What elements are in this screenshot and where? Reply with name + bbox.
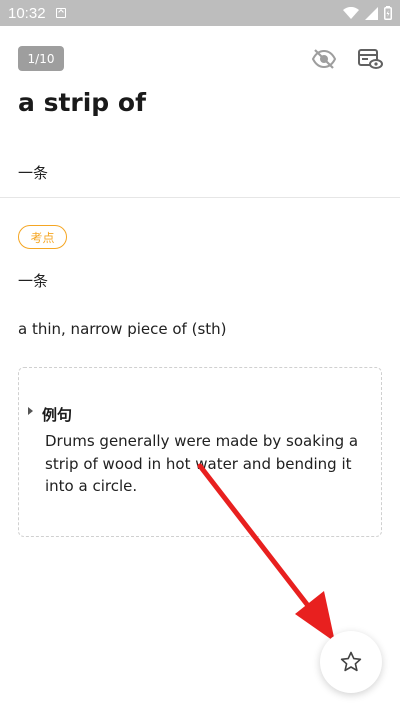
favorite-button[interactable] (320, 631, 382, 693)
star-outline-icon (340, 651, 362, 672)
notification-icon (55, 8, 66, 18)
status-bar: 10:32 (0, 0, 400, 26)
exam-meaning: 一条 (18, 272, 49, 290)
hide-meaning-button[interactable] (310, 45, 338, 73)
card-preview-icon (358, 49, 383, 69)
divider (0, 197, 400, 198)
battery-icon (384, 6, 392, 20)
word-meaning: 一条 (18, 164, 49, 182)
english-definition: a thin, narrow piece of (sth) (18, 320, 227, 338)
example-card: 例句 Drums generally were made by soaking … (18, 367, 382, 537)
example-label[interactable]: 例句 (42, 404, 72, 425)
word-title: a strip of (18, 88, 146, 117)
exam-point-badge: 考点 (18, 225, 67, 249)
signal-icon (365, 6, 378, 20)
card-counter: 1/10 (18, 46, 64, 71)
card-preview-button[interactable] (356, 45, 384, 73)
expand-arrow-icon[interactable] (28, 407, 33, 415)
status-indicators (343, 6, 392, 20)
example-sentence: Drums generally were made by soaking a s… (45, 432, 359, 495)
eye-off-icon (311, 49, 337, 69)
status-time: 10:32 (8, 4, 46, 22)
wifi-icon (343, 6, 359, 19)
